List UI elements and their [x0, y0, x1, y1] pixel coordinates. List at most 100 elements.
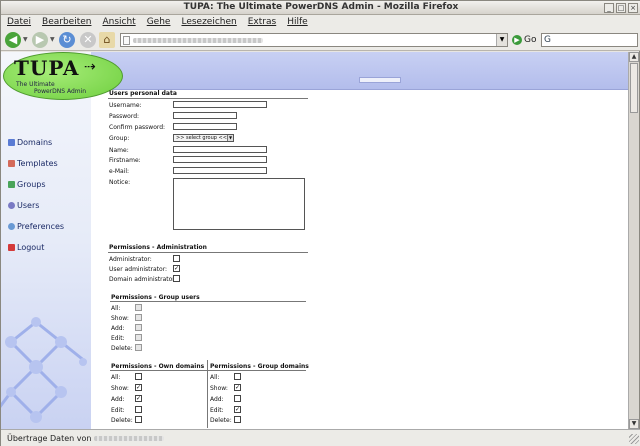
navigation-toolbar: ◀ ▼ ▶ ▼ ↻ ✕ ⌂ ▼ ▶ Go G [1, 29, 640, 51]
menu-extras[interactable]: Extras [248, 17, 276, 27]
back-dropdown-icon[interactable]: ▼ [23, 36, 28, 43]
group-users-delete-checkbox[interactable] [135, 344, 142, 351]
url-text-redacted [133, 38, 263, 43]
group-domains-edit-label: Edit: [210, 407, 224, 414]
sidebar-item-label: Logout [17, 243, 45, 252]
group-label: Group: [109, 135, 130, 142]
resize-grip-icon[interactable] [629, 434, 639, 444]
close-icon[interactable]: × [628, 3, 638, 13]
user-administrator-checkbox[interactable]: ✓ [173, 265, 180, 272]
password-input[interactable] [173, 112, 237, 119]
own-domains-add-label: Add: [111, 396, 125, 403]
users-icon [8, 202, 15, 209]
minimize-icon[interactable]: _ [604, 3, 614, 13]
administrator-checkbox[interactable] [173, 255, 180, 262]
scrollbar-thumb[interactable] [630, 63, 638, 113]
sidebar-item-logout[interactable]: Logout [8, 243, 44, 252]
title-bar: TUPA: The Ultimate PowerDNS Admin - Mozi… [1, 1, 640, 15]
forward-dropdown-icon[interactable]: ▼ [50, 36, 55, 43]
domain-administrator-checkbox[interactable] [173, 275, 180, 282]
maximize-icon[interactable]: □ [616, 3, 626, 13]
sidebar-item-templates[interactable]: Templates [8, 159, 58, 168]
vertical-scrollbar[interactable]: ▲ ▼ [628, 52, 639, 429]
go-label: Go [524, 35, 537, 45]
own-domains-all-checkbox[interactable] [135, 373, 142, 380]
notice-textarea[interactable] [173, 178, 305, 230]
stop-icon[interactable]: ✕ [80, 32, 96, 48]
group-domains-add-checkbox[interactable] [234, 395, 241, 402]
section-divider [110, 301, 306, 302]
section-title-administration: Permissions - Administration [109, 244, 207, 251]
window-controls: _ □ × [604, 3, 638, 13]
home-icon[interactable]: ⌂ [99, 32, 115, 48]
sidebar-item-domains[interactable]: Domains [8, 138, 52, 147]
confirm-password-input[interactable] [173, 123, 237, 130]
sidebar-item-users[interactable]: Users [8, 201, 39, 210]
preferences-icon [8, 223, 15, 230]
group-domains-all-checkbox[interactable] [234, 373, 241, 380]
tupa-logo: TUPA ⇢ The Ultimate PowerDNS Admin [3, 52, 123, 100]
page-header-band [91, 52, 628, 90]
own-domains-all-label: All: [111, 374, 121, 381]
section-divider [108, 98, 308, 99]
name-input[interactable] [173, 146, 267, 153]
scroll-up-icon[interactable]: ▲ [629, 52, 639, 62]
search-input[interactable]: G [541, 33, 638, 47]
group-users-all-checkbox[interactable] [135, 304, 142, 311]
scroll-down-icon[interactable]: ▼ [629, 419, 639, 429]
name-label: Name: [109, 147, 129, 154]
username-input[interactable] [173, 101, 267, 108]
domain-administrator-label: Domain administrator: [109, 276, 177, 283]
menu-bar: Datei Bearbeiten Ansicht Gehe Lesezeiche… [1, 15, 640, 29]
menu-lesezeichen[interactable]: Lesezeichen [181, 17, 236, 27]
email-input[interactable] [173, 167, 267, 174]
url-input[interactable]: ▼ [120, 33, 508, 47]
status-text-wrap: Übertrage Daten von [7, 434, 165, 443]
search-engine-icon[interactable]: G [544, 35, 551, 45]
status-bar: Übertrage Daten von [1, 429, 640, 446]
group-domains-add-label: Add: [210, 396, 224, 403]
go-button[interactable]: ▶ Go [512, 35, 536, 45]
back-icon[interactable]: ◀ [5, 32, 21, 48]
own-domains-delete-checkbox[interactable] [135, 416, 142, 423]
group-select[interactable]: >> select group << ▼ [173, 134, 234, 142]
group-users-edit-label: Edit: [111, 335, 125, 342]
browser-window: TUPA: The Ultimate PowerDNS Admin - Mozi… [0, 0, 640, 446]
chevron-down-icon: ▼ [227, 135, 233, 141]
menu-bearbeiten[interactable]: Bearbeiten [42, 17, 91, 27]
status-text: Übertrage Daten von [7, 434, 92, 443]
menu-ansicht[interactable]: Ansicht [102, 17, 135, 27]
group-users-show-label: Show: [111, 315, 129, 322]
group-select-value: >> select group << [176, 135, 227, 141]
username-label: Username: [109, 102, 142, 109]
own-domains-show-checkbox[interactable]: ✓ [135, 384, 142, 391]
sidebar-item-label: Groups [17, 180, 46, 189]
group-users-edit-checkbox[interactable] [135, 334, 142, 341]
sidebar-item-label: Domains [17, 138, 53, 147]
own-domains-edit-checkbox[interactable] [135, 406, 142, 413]
group-domains-edit-checkbox[interactable]: ✓ [234, 406, 241, 413]
section-title-group-domains: Permissions - Group domains [210, 363, 309, 370]
sidebar-item-groups[interactable]: Groups [8, 180, 46, 189]
reload-icon[interactable]: ↻ [59, 32, 75, 48]
group-domains-show-checkbox[interactable]: ✓ [234, 384, 241, 391]
domains-icon [8, 139, 15, 146]
menu-datei[interactable]: Datei [7, 17, 31, 27]
menu-hilfe[interactable]: Hilfe [287, 17, 307, 27]
group-domains-delete-checkbox[interactable] [234, 416, 241, 423]
status-host-redacted [94, 436, 165, 441]
group-domains-show-label: Show: [210, 385, 228, 392]
own-domains-add-checkbox[interactable]: ✓ [135, 395, 142, 402]
section-title-own-domains: Permissions - Own domains [111, 363, 205, 370]
group-users-add-checkbox[interactable] [135, 324, 142, 331]
logo-tagline-2: PowerDNS Admin [34, 88, 87, 95]
page-viewport: Domains Templates Groups Users Preferenc… [1, 52, 628, 429]
firstname-input[interactable] [173, 156, 267, 163]
decorative-network-graphic [1, 317, 87, 423]
forward-icon[interactable]: ▶ [32, 32, 48, 48]
sidebar-item-preferences[interactable]: Preferences [8, 222, 64, 231]
sidebar-item-label: Users [17, 201, 40, 210]
url-history-dropdown-icon[interactable]: ▼ [496, 34, 507, 46]
menu-gehe[interactable]: Gehe [147, 17, 171, 27]
group-users-show-checkbox[interactable] [135, 314, 142, 321]
